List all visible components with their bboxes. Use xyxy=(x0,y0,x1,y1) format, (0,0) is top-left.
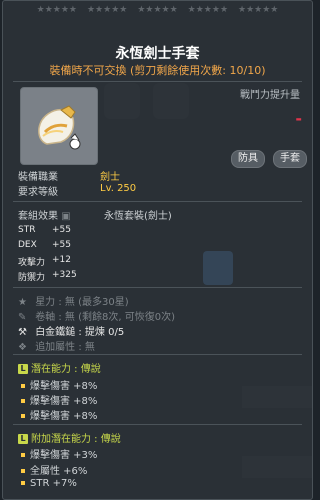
stat-row: 攻擊力 +12 xyxy=(18,255,71,268)
trade-warning: 裝備時不可交換 (剪刀剩餘使用次數: 10/10) xyxy=(49,64,266,77)
item-tooltip: ★★★★★ ★★★★★ ★★★★★ ★★★★★ ★★★★★ 永恆劍士手套 裝備時… xyxy=(2,0,313,500)
divider xyxy=(13,81,302,82)
armor-tag-button[interactable]: 防具 xyxy=(231,150,265,168)
hammer-icon: ⚒ xyxy=(18,326,27,338)
level-row: 要求等級 Lv. 250 xyxy=(18,183,136,198)
additional-line: 爆擊傷害 +3% xyxy=(21,446,97,461)
level-value: Lv. 250 xyxy=(100,183,137,194)
legendary-icon: L xyxy=(18,434,28,444)
bg-panel xyxy=(242,456,312,478)
bg-panel xyxy=(242,386,312,408)
combat-power-label: 戰鬥力提升量 xyxy=(240,90,300,101)
additional-line: STR +7% xyxy=(21,478,77,489)
star-force-row: ★★★★★ ★★★★★ ★★★★★ ★★★★★ ★★★★★ xyxy=(3,5,312,25)
set-name: 永恆套裝(劍士) xyxy=(104,211,172,222)
bg-icon xyxy=(153,83,189,119)
star-group: ★★★★★ xyxy=(86,5,128,15)
potential-line: 爆擊傷害 +8% xyxy=(21,407,97,422)
item-icon-frame xyxy=(20,87,98,165)
additional-line: 全屬性 +6% xyxy=(21,462,87,477)
scroll-info: ✎ 卷軸 : 無 (剩餘8次, 可恢復0次) xyxy=(18,311,175,324)
bg-panel xyxy=(203,251,233,285)
stat-row: STR +55 xyxy=(18,225,71,235)
legendary-icon: L xyxy=(18,364,28,374)
gloves-tag-button[interactable]: 手套 xyxy=(273,150,307,168)
star-group: ★★★★★ xyxy=(187,5,229,15)
divider xyxy=(13,201,302,202)
job-value: 劍士 xyxy=(100,172,120,183)
potential-line: 爆擊傷害 +8% xyxy=(21,392,97,407)
stat-row: 防禦力 +325 xyxy=(18,270,77,283)
potential-line: 爆擊傷害 +8% xyxy=(21,377,97,392)
stat-row: DEX +55 xyxy=(18,240,71,250)
level-label: 要求等級 xyxy=(18,187,58,198)
hammer-info: ⚒ 白金鐵鎚 : 提煉 0/5 xyxy=(18,326,125,339)
glove-icon xyxy=(38,105,81,150)
additional-potential-header: L 附加潛在能力 : 傳說 xyxy=(18,430,121,445)
star-group: ★★★★★ xyxy=(36,5,77,15)
flame-info: ❖ 追加屬性 : 無 xyxy=(18,341,95,354)
star-force-info: ★ 星力 : 無 (最多30星) xyxy=(18,296,129,309)
flame-icon: ❖ xyxy=(18,341,27,353)
set-effect-label: 套組效果 xyxy=(18,211,58,222)
bg-icon xyxy=(104,83,140,119)
potential-header: L 潛在能力 : 傳說 xyxy=(18,360,101,375)
job-label: 裝備職業 xyxy=(18,172,58,183)
divider xyxy=(13,354,302,355)
scroll-icon: ✎ xyxy=(18,311,27,323)
set-effect-row: 套組效果 ▣ 永恆套裝(劍士) xyxy=(18,207,172,222)
star-icon: ★ xyxy=(18,296,27,308)
combat-power-value: - xyxy=(295,109,302,128)
item-title: 永恆劍士手套 xyxy=(115,46,200,62)
divider xyxy=(13,287,302,288)
star-group: ★★★★★ xyxy=(238,5,279,15)
lock-icon: ▣ xyxy=(61,211,71,222)
star-group: ★★★★★ xyxy=(137,5,178,15)
job-row: 裝備職業 劍士 xyxy=(18,168,120,183)
divider xyxy=(13,424,302,425)
